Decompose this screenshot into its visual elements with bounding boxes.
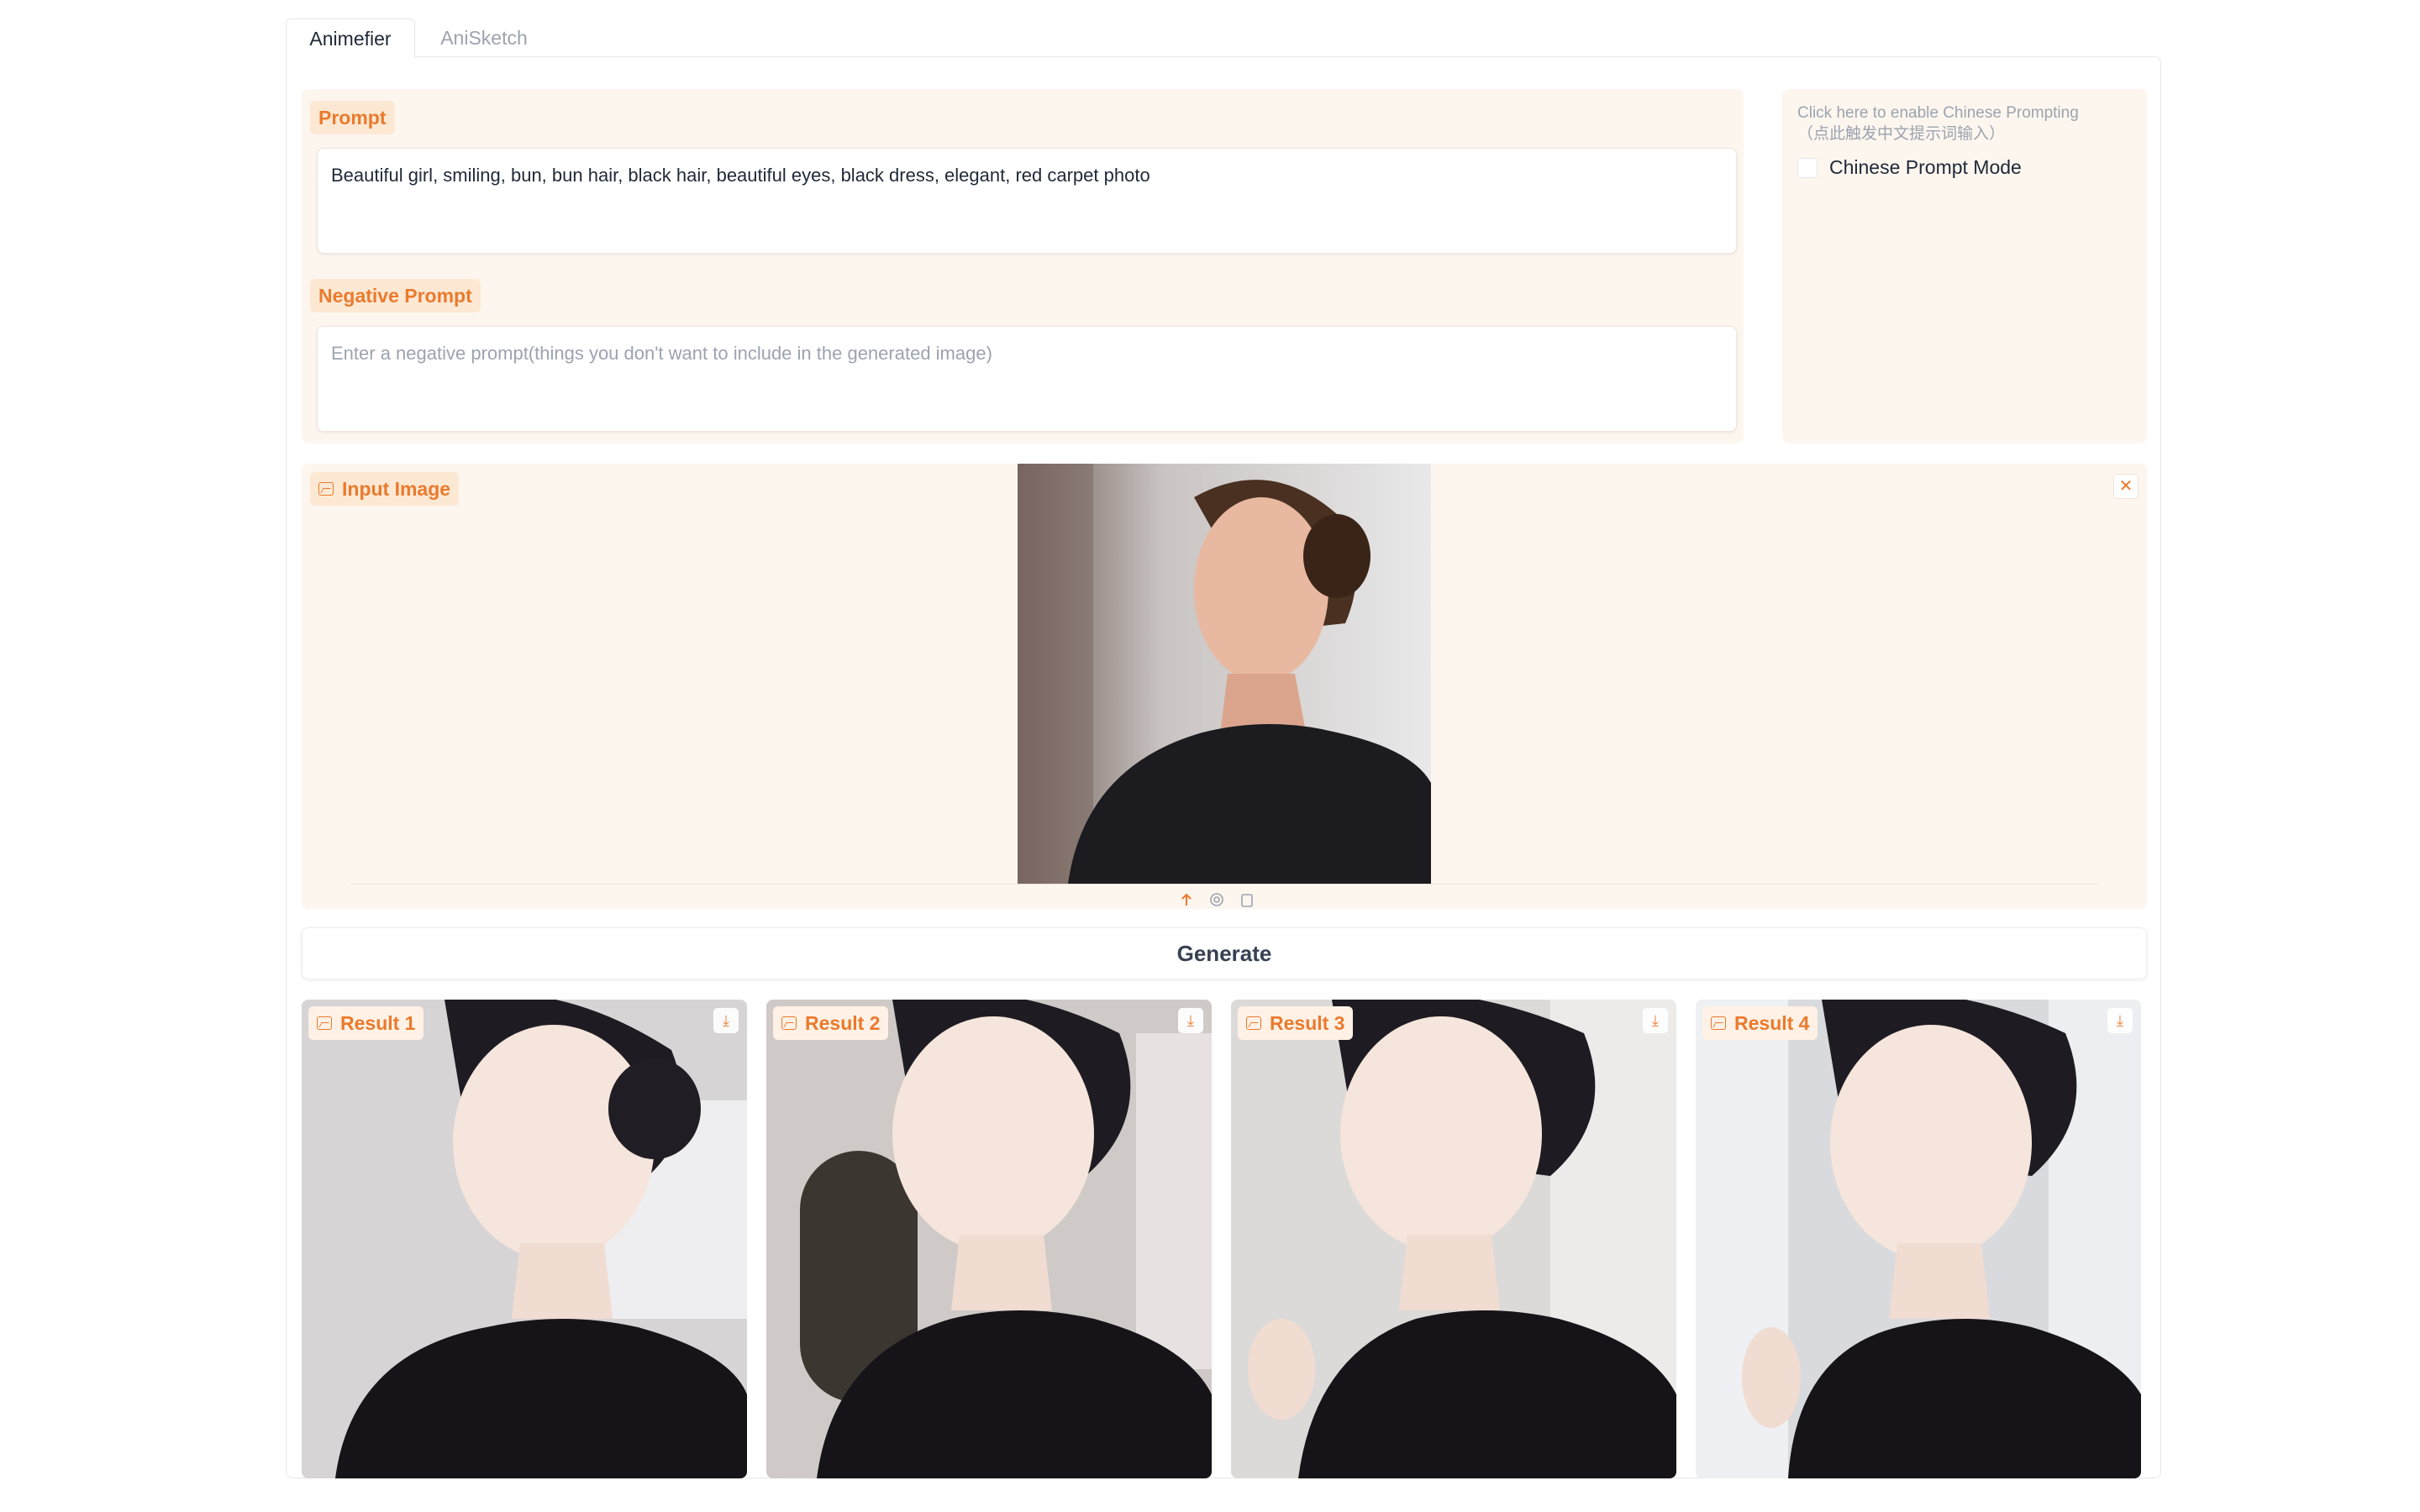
prompt-input[interactable]: Beautiful girl, smiling, bun, bun hair, …	[317, 148, 1737, 254]
result-1-label-text: Result 1	[340, 1011, 416, 1034]
image-divider	[350, 884, 2098, 885]
input-image	[1018, 464, 1431, 884]
close-icon[interactable]: ✕	[2113, 474, 2139, 499]
prompt-section: Prompt Beautiful girl, smiling, bun, bun…	[302, 89, 1744, 444]
tab-anisketch[interactable]: AniSketch	[425, 18, 543, 57]
chinese-hint-line2: （点此触发中文提示词输入）	[1797, 125, 2006, 143]
result-2: Result 2 ⤓	[766, 1000, 1212, 1478]
clipboard-icon[interactable]	[1239, 892, 1255, 907]
result-4: Result 4 ⤓	[1696, 1000, 2141, 1478]
tab-panel: Prompt Beautiful girl, smiling, bun, bun…	[286, 56, 2161, 1478]
download-icon[interactable]: ⤓	[2107, 1008, 2133, 1033]
prompt-label-text: Prompt	[318, 106, 387, 129]
input-image-label-text: Input Image	[342, 477, 451, 500]
result-3-label-text: Result 3	[1270, 1011, 1345, 1034]
negative-prompt-input[interactable]: Enter a negative prompt(things you don't…	[317, 326, 1737, 432]
chinese-hint-line1: Click here to enable Chinese Prompting	[1797, 104, 2079, 122]
result-3: Result 3 ⤓	[1231, 1000, 1676, 1478]
webcam-icon[interactable]	[1209, 892, 1224, 907]
input-image-label: Input Image	[310, 472, 460, 506]
result-4-label-text: Result 4	[1734, 1011, 1810, 1034]
negative-prompt-label-text: Negative Prompt	[318, 284, 472, 307]
upload-icon[interactable]	[1179, 892, 1194, 907]
chinese-prompt-toggle[interactable]: Chinese Prompt Mode	[1797, 156, 2022, 179]
image-icon	[781, 1016, 797, 1030]
prompt-label: Prompt	[310, 101, 395, 134]
image-icon	[317, 1016, 332, 1030]
result-3-image	[1231, 1000, 1676, 1478]
image-source-controls	[1172, 890, 1260, 909]
download-icon[interactable]: ⤓	[1178, 1008, 1203, 1033]
result-1: Result 1 ⤓	[302, 1000, 747, 1478]
input-image-section: Input Image ✕	[302, 464, 2147, 909]
tab-bar: Animefier AniSketch	[286, 18, 2161, 57]
result-1-image	[302, 1000, 747, 1478]
generate-button[interactable]: Generate	[302, 927, 2147, 979]
result-2-label: Result 2	[773, 1006, 889, 1040]
result-1-label: Result 1	[308, 1006, 424, 1040]
negative-prompt-label: Negative Prompt	[310, 279, 481, 312]
result-2-image	[766, 1000, 1212, 1478]
result-4-label: Result 4	[1702, 1006, 1818, 1040]
tab-animefier[interactable]: Animefier	[286, 18, 415, 57]
result-4-image	[1696, 1000, 2141, 1478]
chinese-prompt-label: Chinese Prompt Mode	[1829, 156, 2022, 178]
result-2-label-text: Result 2	[805, 1011, 881, 1034]
image-icon	[1711, 1016, 1726, 1030]
chinese-prompt-checkbox[interactable]	[1797, 157, 1818, 178]
download-icon[interactable]: ⤓	[713, 1008, 739, 1033]
chinese-mode-section: Click here to enable Chinese Prompting （…	[1782, 89, 2147, 444]
image-icon	[1246, 1016, 1261, 1030]
image-icon	[318, 482, 334, 496]
chinese-hint: Click here to enable Chinese Prompting （…	[1797, 102, 2142, 144]
app-container: Animefier AniSketch Prompt Beautiful gir…	[286, 18, 2161, 1478]
result-3-label: Result 3	[1238, 1006, 1354, 1040]
download-icon[interactable]: ⤓	[1643, 1008, 1668, 1033]
